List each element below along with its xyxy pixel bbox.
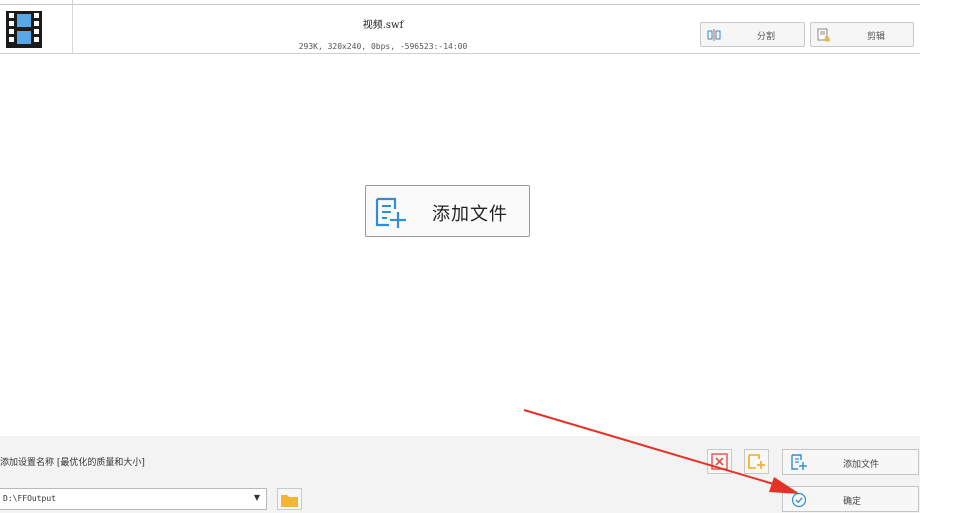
add-folder-button[interactable] [744, 449, 769, 474]
clear-list-icon [711, 453, 728, 470]
check-circle-icon [791, 491, 807, 508]
add-folder-icon [748, 453, 765, 470]
add-file-toolbar-button[interactable]: 添加文件 [782, 449, 919, 475]
clear-list-button[interactable] [707, 449, 732, 474]
folder-icon [281, 492, 298, 507]
split-icon [707, 28, 721, 42]
split-button-label: 分割 [757, 32, 776, 42]
add-file-button-label: 添加文件 [432, 204, 508, 225]
add-file-toolbar-button-label: 添加文件 [843, 460, 880, 470]
file-name: 视频.swf [362, 20, 404, 31]
confirm-button[interactable]: 确定 [782, 486, 919, 512]
format-factory-window: 视频.swf 293K, 320x240, 0bps, -596523:-14:… [0, 0, 972, 513]
split-button[interactable]: 分割 [700, 22, 805, 47]
output-preset-label[interactable]: 添加设置名称 [最优化的质量和大小] [0, 455, 145, 468]
film-strip-icon [6, 11, 42, 48]
file-list-row[interactable]: 视频.swf 293K, 320x240, 0bps, -596523:-14:… [0, 5, 920, 54]
cut-button-label: 剪辑 [867, 32, 886, 42]
file-info: 293K, 320x240, 0bps, -596523:-14:00 [298, 42, 468, 51]
browse-folder-button[interactable] [277, 488, 302, 510]
cut-button[interactable]: 剪辑 [810, 22, 914, 47]
add-file-button[interactable]: 添加文件 [365, 185, 530, 237]
output-folder-select[interactable]: D:\FFOutput ▼ [0, 488, 267, 510]
add-document-icon [791, 454, 807, 471]
confirm-button-label: 确定 [843, 497, 862, 507]
scissors-doc-icon [817, 28, 831, 42]
add-document-icon [373, 195, 407, 229]
output-folder-value: D:\FFOutput [3, 494, 56, 503]
file-drop-area[interactable] [0, 54, 920, 436]
chevron-down-icon: ▼ [253, 493, 260, 502]
